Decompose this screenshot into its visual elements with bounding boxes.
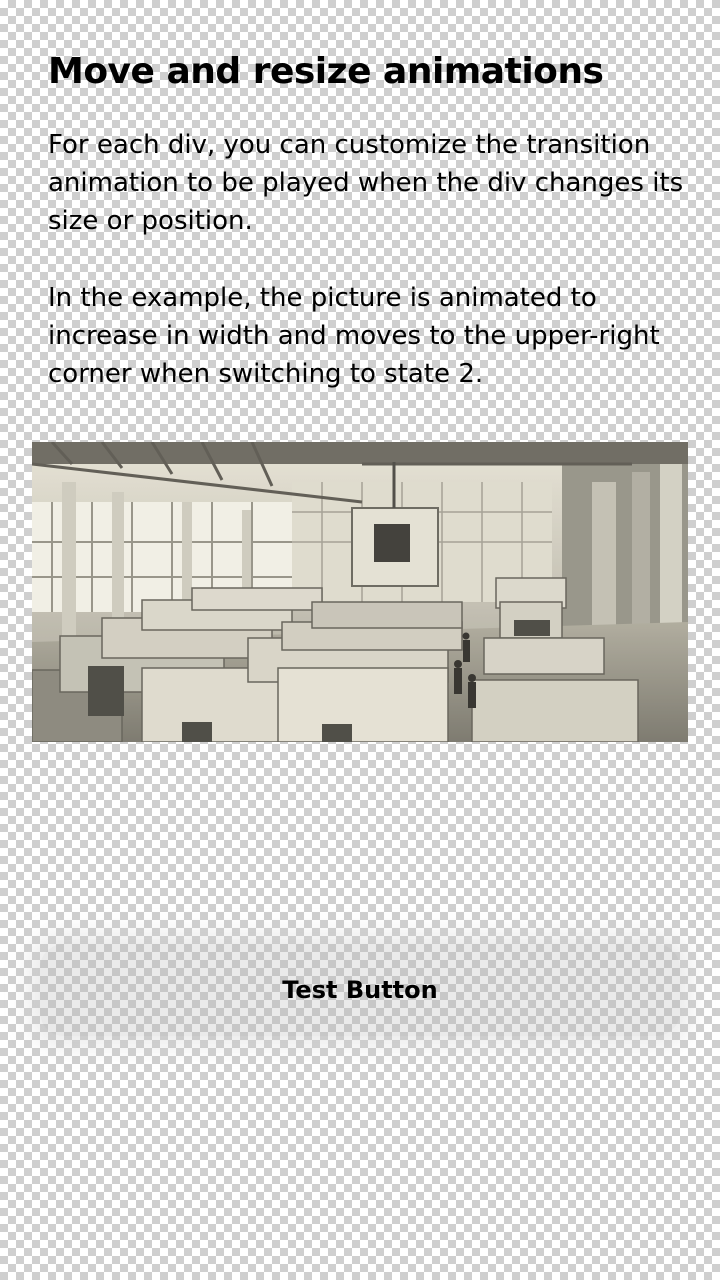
test-button-label: Test Button	[282, 976, 438, 1004]
page-title: Move and resize animations	[48, 51, 604, 92]
factory-photo	[32, 442, 688, 742]
description-paragraph-2: In the example, the picture is animated …	[48, 283, 660, 389]
description-paragraph-1: For each div, you can customize the tran…	[48, 130, 684, 236]
test-button[interactable]: Test Button	[40, 944, 680, 1036]
